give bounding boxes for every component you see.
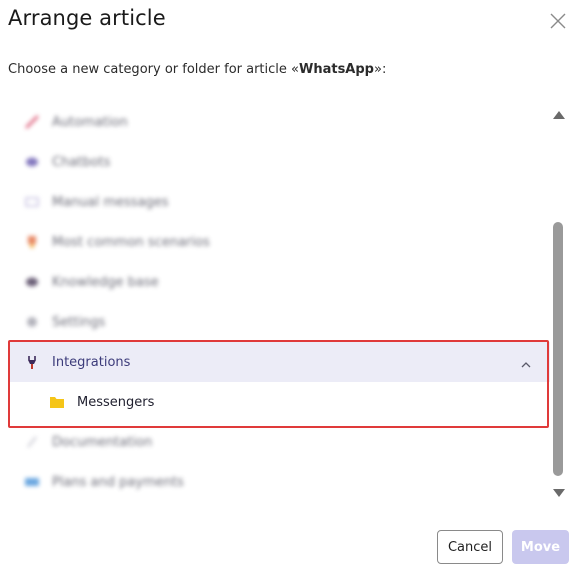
gear-icon [23, 313, 41, 331]
envelope-icon [23, 193, 41, 211]
category-item[interactable]: Plans and payments [8, 462, 550, 502]
category-item[interactable]: Documentation [8, 422, 550, 462]
category-item[interactable]: Knowledge base [8, 262, 550, 302]
plug-icon [23, 353, 41, 371]
trophy-icon [23, 233, 41, 251]
chevron-up-icon[interactable] [520, 356, 532, 375]
category-list: Automation Chatbots Manual messages Most… [8, 101, 550, 501]
bot-icon [23, 153, 41, 171]
scroll-down-arrow[interactable] [552, 484, 566, 503]
scrollbar-thumb[interactable] [553, 222, 563, 476]
category-item[interactable]: Automation [8, 102, 550, 142]
category-item[interactable]: Settings [8, 302, 550, 342]
category-item[interactable]: Most common scenarios [8, 222, 550, 262]
pencil-icon [23, 433, 41, 451]
scroll-up-arrow[interactable] [552, 106, 566, 125]
triangle-down-icon [553, 489, 565, 497]
book-icon [23, 273, 41, 291]
folder-item-messengers[interactable]: Messengers [8, 382, 550, 422]
dialog-subtitle: Choose a new category or folder for arti… [8, 62, 387, 77]
category-item-integrations[interactable]: Integrations [8, 342, 550, 382]
dialog-title: Arrange article [8, 6, 166, 30]
cancel-button[interactable]: Cancel [437, 530, 503, 564]
credit-card-icon [23, 473, 41, 491]
move-button[interactable]: Move [512, 530, 569, 564]
article-name: WhatsApp [298, 62, 374, 77]
triangle-up-icon [553, 111, 565, 119]
folder-icon [48, 393, 66, 411]
category-item[interactable]: Chatbots [8, 142, 550, 182]
rocket-icon [23, 113, 41, 131]
category-item[interactable]: Manual messages [8, 182, 550, 222]
close-button[interactable] [546, 9, 570, 33]
close-icon [550, 13, 566, 29]
